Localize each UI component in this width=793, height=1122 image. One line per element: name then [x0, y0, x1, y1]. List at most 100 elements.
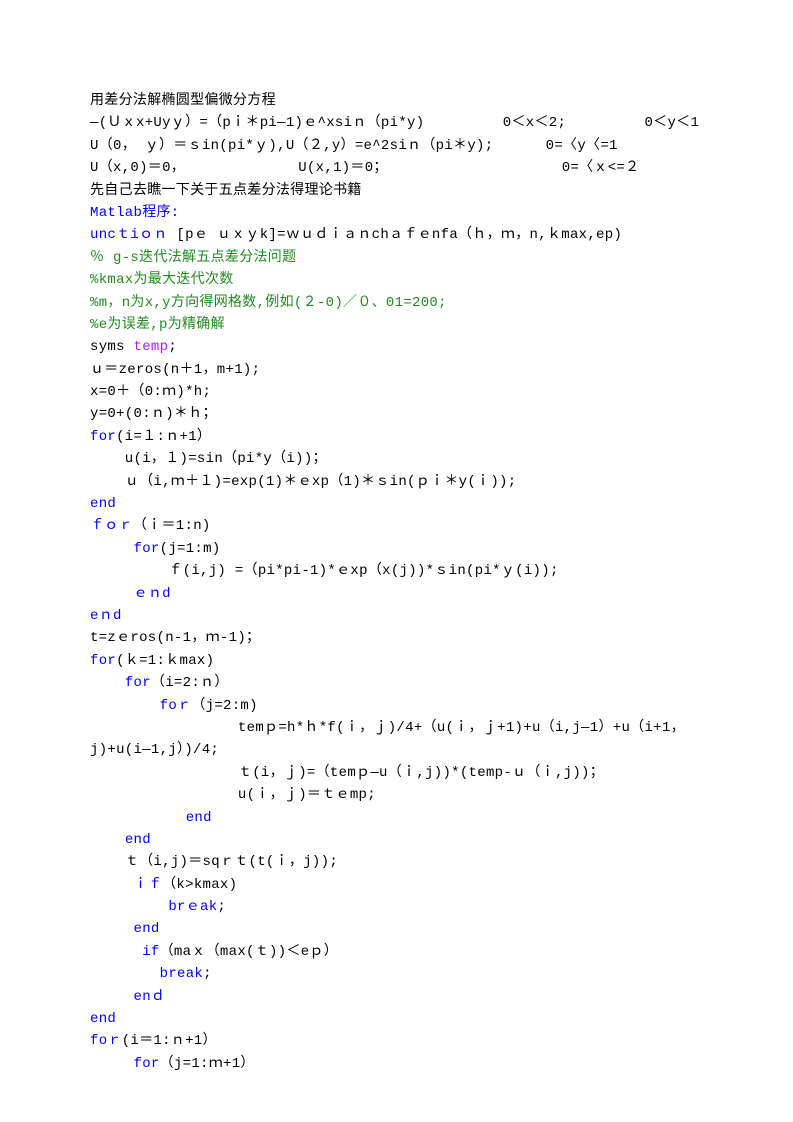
- code-segment: temp: [134, 339, 169, 355]
- code-text: end: [90, 1011, 116, 1027]
- code-line: syms temp;: [90, 336, 703, 358]
- code-segment: foｒ: [160, 698, 192, 714]
- code-segment: （j=1:ｍ+1）: [160, 1056, 255, 1072]
- code-line: x=0＋（0:ｍ)*h;: [90, 381, 703, 403]
- code-segment: [90, 1056, 134, 1072]
- code-segment: [90, 899, 168, 915]
- code-segment: for: [134, 541, 160, 557]
- code-segment: (j=1:m): [160, 541, 221, 557]
- code-segment: ;: [203, 966, 212, 982]
- code-line: uncｔiｏｎ [pｅ ｕｘｙk]=ｗｕｄｉａｎchａｆｅnfa（ｈ，ｍ，n,ｋ…: [90, 224, 703, 246]
- code-text: y=0+(0:ｎ)＊ｈ；: [90, 406, 217, 422]
- code-text: x=0＋（0:ｍ)*h;: [90, 384, 211, 400]
- code-segment: if: [142, 944, 159, 960]
- code-segment: ｅｎd: [134, 586, 171, 602]
- code-line: j)+u(i—1,j）)/4;: [90, 739, 703, 761]
- code-line: eｎd: [90, 605, 703, 627]
- code-segment: (i＝1:ｎ+1）: [122, 1033, 217, 1049]
- code-line: end: [90, 918, 703, 940]
- code-segment: （i=2:ｎ）: [151, 675, 229, 691]
- code-segment: （k>kmax): [162, 877, 237, 893]
- code-segment: [90, 810, 186, 826]
- code-text: ｕ＝zeros(n＋1，m+1);: [90, 362, 260, 378]
- code-segment: [90, 966, 160, 982]
- code-text: temｐ=h*ｈ*f(ｉ，ｊ)/4+（u(ｉ，ｊ+1)+u（i,j—1）+u（i…: [90, 720, 685, 736]
- code-segment: for: [134, 1056, 160, 1072]
- code-segment: [90, 877, 134, 893]
- code-text: %kmax为最大迭代次数: [90, 272, 234, 288]
- code-text: eｎd: [90, 608, 122, 624]
- code-line: foｒ（j=2:m): [90, 695, 703, 717]
- code-line: u(ｉ，ｊ)＝ｔｅmp;: [90, 784, 703, 806]
- code-segment: end: [134, 921, 160, 937]
- code-segment: brｅak: [168, 899, 217, 915]
- code-segment: ｆｏｒ: [90, 518, 133, 534]
- code-line: for(ｋ=1:ｋmax): [90, 650, 703, 672]
- code-text: U（x,0)＝0， U(x,1)＝0； 0=〈ｘ<=２: [90, 160, 639, 176]
- code-segment: [90, 921, 134, 937]
- code-text: ％ g-s迭代法解五点差分法问题: [90, 250, 296, 266]
- code-segment: ;: [168, 339, 177, 355]
- code-line: %kmax为最大迭代次数: [90, 269, 703, 291]
- code-line: end: [90, 1008, 703, 1030]
- code-line: ｉｆ（k>kmax): [90, 874, 703, 896]
- code-segment: (ｋ=1:ｋmax): [116, 653, 214, 669]
- code-segment: [90, 675, 125, 691]
- code-segment: [90, 944, 142, 960]
- code-segment: enｄ: [134, 989, 166, 1005]
- code-text: ｔ（i,j)＝sqｒｔ(t(ｉ，j));: [90, 854, 338, 870]
- code-text: ｔ(i，ｊ)=（temｐ—u（ｉ,j))*(temp-ｕ（ｉ,j))；: [90, 765, 604, 781]
- code-line: %m，n为x,y方向得网格数,例如(２-0)／０、01=200;: [90, 292, 703, 314]
- code-text: end: [90, 496, 116, 512]
- code-segment: syms: [90, 339, 134, 355]
- code-line: for(j=1:m): [90, 538, 703, 560]
- code-segment: foｒ: [90, 1033, 122, 1049]
- code-segment: （maｘ（max(ｔ))＜eｐ）: [160, 944, 338, 960]
- code-line: 用差分法解椭圆型偏微分方程: [90, 90, 703, 112]
- code-segment: [pｅ ｕｘｙk]=ｗｕｄｉａｎchａｆｅnfa（ｈ，ｍ，n,ｋmax,ep): [176, 227, 622, 243]
- code-segment: [90, 832, 125, 848]
- code-text: ｆ(i,j) =（pi*pi-1)*ｅxp（x(j))*ｓin(pi*ｙ(i))…: [90, 563, 559, 579]
- code-segment: for: [90, 653, 116, 669]
- code-line: end: [90, 807, 703, 829]
- code-line: u(i，１)=sin（pi*y（i))；: [90, 448, 703, 470]
- code-text: Matlab程序:: [90, 205, 180, 221]
- code-line: ｕ＝zeros(n＋1，m+1);: [90, 359, 703, 381]
- code-segment: end: [186, 810, 212, 826]
- code-line: 先自己去瞧一下关于五点差分法得理论书籍: [90, 180, 703, 202]
- code-line: U（0， ｙ）＝ｓin(pi*ｙ),U（２,y）=e^2siｎ（pi＊y); 0…: [90, 135, 703, 157]
- code-segment: ｉｆ: [134, 877, 163, 893]
- code-line: enｄ: [90, 986, 703, 1008]
- code-line: ｔ(i，ｊ)=（temｐ—u（ｉ,j))*(temp-ｕ（ｉ,j))；: [90, 762, 703, 784]
- code-segment: (i=１:ｎ+1）: [116, 429, 211, 445]
- code-segment: for: [125, 675, 151, 691]
- code-line: y=0+(0:ｎ)＊ｈ；: [90, 403, 703, 425]
- code-text: ｕ（i,ｍ＋１)=exp(1)＊ｅxp（1)＊ｓin(ｐｉ＊y(ｉ));: [90, 474, 516, 490]
- code-line: temｐ=h*ｈ*f(ｉ，ｊ)/4+（u(ｉ，ｊ+1)+u（i,j—1）+u（i…: [90, 717, 703, 739]
- code-text: %e为误差,p为精确解: [90, 317, 225, 333]
- code-segment: [90, 541, 134, 557]
- code-line: —(Ｕｘx+Uyｙ）=（pｉ＊pi—1)ｅ^xsiｎ（pi*y) 0＜x＜2; …: [90, 112, 703, 134]
- code-segment: end: [125, 832, 151, 848]
- code-segment: [90, 586, 134, 602]
- code-line: brｅak;: [90, 896, 703, 918]
- code-line: ｆｏｒ（ｉ＝1:n): [90, 515, 703, 537]
- code-line: ％ g-s迭代法解五点差分法问题: [90, 247, 703, 269]
- code-text: t=zｅros(n-1，ｍ-1)；: [90, 630, 260, 646]
- code-segment: （j=2:m): [191, 698, 258, 714]
- code-text: u(ｉ，ｊ)＝ｔｅmp;: [90, 787, 376, 803]
- code-line: if（maｘ（max(ｔ))＜eｐ）: [90, 941, 703, 963]
- code-text: U（0， ｙ）＝ｓin(pi*ｙ),U（２,y）=e^2siｎ（pi＊y); 0…: [90, 138, 618, 154]
- code-line: t=zｅros(n-1，ｍ-1)；: [90, 627, 703, 649]
- code-text: —(Ｕｘx+Uyｙ）=（pｉ＊pi—1)ｅ^xsiｎ（pi*y) 0＜x＜2; …: [90, 115, 699, 131]
- code-line: for(i=１:ｎ+1）: [90, 426, 703, 448]
- code-line: %e为误差,p为精确解: [90, 314, 703, 336]
- code-line: U（x,0)＝0， U(x,1)＝0； 0=〈ｘ<=２: [90, 157, 703, 179]
- code-segment: ;: [217, 899, 226, 915]
- code-text: 用差分法解椭圆型偏微分方程: [90, 93, 276, 109]
- code-text: u(i，１)=sin（pi*y（i))；: [90, 451, 327, 467]
- code-text: %m，n为x,y方向得网格数,例如(２-0)／０、01=200;: [90, 295, 447, 311]
- code-line: end: [90, 829, 703, 851]
- code-segment: [90, 698, 160, 714]
- document-page: 用差分法解椭圆型偏微分方程 —(Ｕｘx+Uyｙ）=（pｉ＊pi—1)ｅ^xsiｎ（…: [0, 0, 793, 1122]
